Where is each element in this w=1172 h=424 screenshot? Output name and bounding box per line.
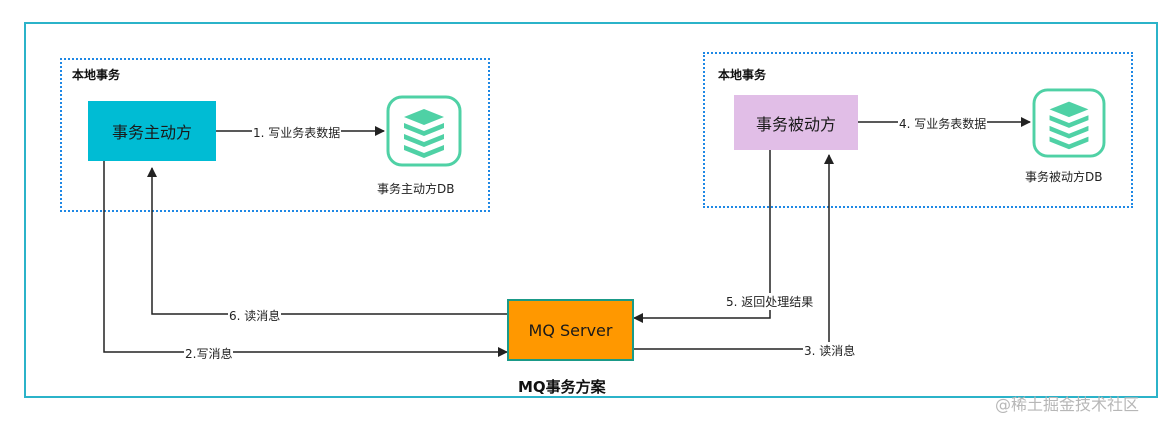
participant-node: 事务被动方: [734, 95, 858, 150]
edge-2-label: 2.写消息: [184, 345, 234, 362]
mq-server-node: MQ Server: [507, 299, 634, 361]
edge-6-label: 6. 读消息: [228, 307, 282, 324]
edge-1-label: 1. 写业务表数据: [252, 124, 342, 141]
initiator-db-label: 事务主动方DB: [377, 182, 455, 196]
initiator-label: 事务主动方: [111, 123, 192, 142]
mq-server-label: MQ Server: [528, 320, 613, 340]
database-stack-icon: [386, 95, 462, 167]
edge-3-label: 3. 读消息: [803, 342, 857, 359]
database-stack-icon: [1032, 88, 1106, 158]
participant-label: 事务被动方: [755, 114, 836, 134]
participant-db-label: 事务被动方DB: [1025, 170, 1103, 184]
diagram-title: MQ事务方案: [518, 378, 606, 396]
watermark: @稀土掘金技术社区: [995, 395, 1140, 414]
edge-5-label: 5. 返回处理结果: [725, 293, 815, 310]
edge-3-line: [634, 154, 834, 350]
initiator-node: 事务主动方: [88, 101, 216, 161]
edge-4-label: 4. 写业务表数据: [898, 115, 988, 132]
